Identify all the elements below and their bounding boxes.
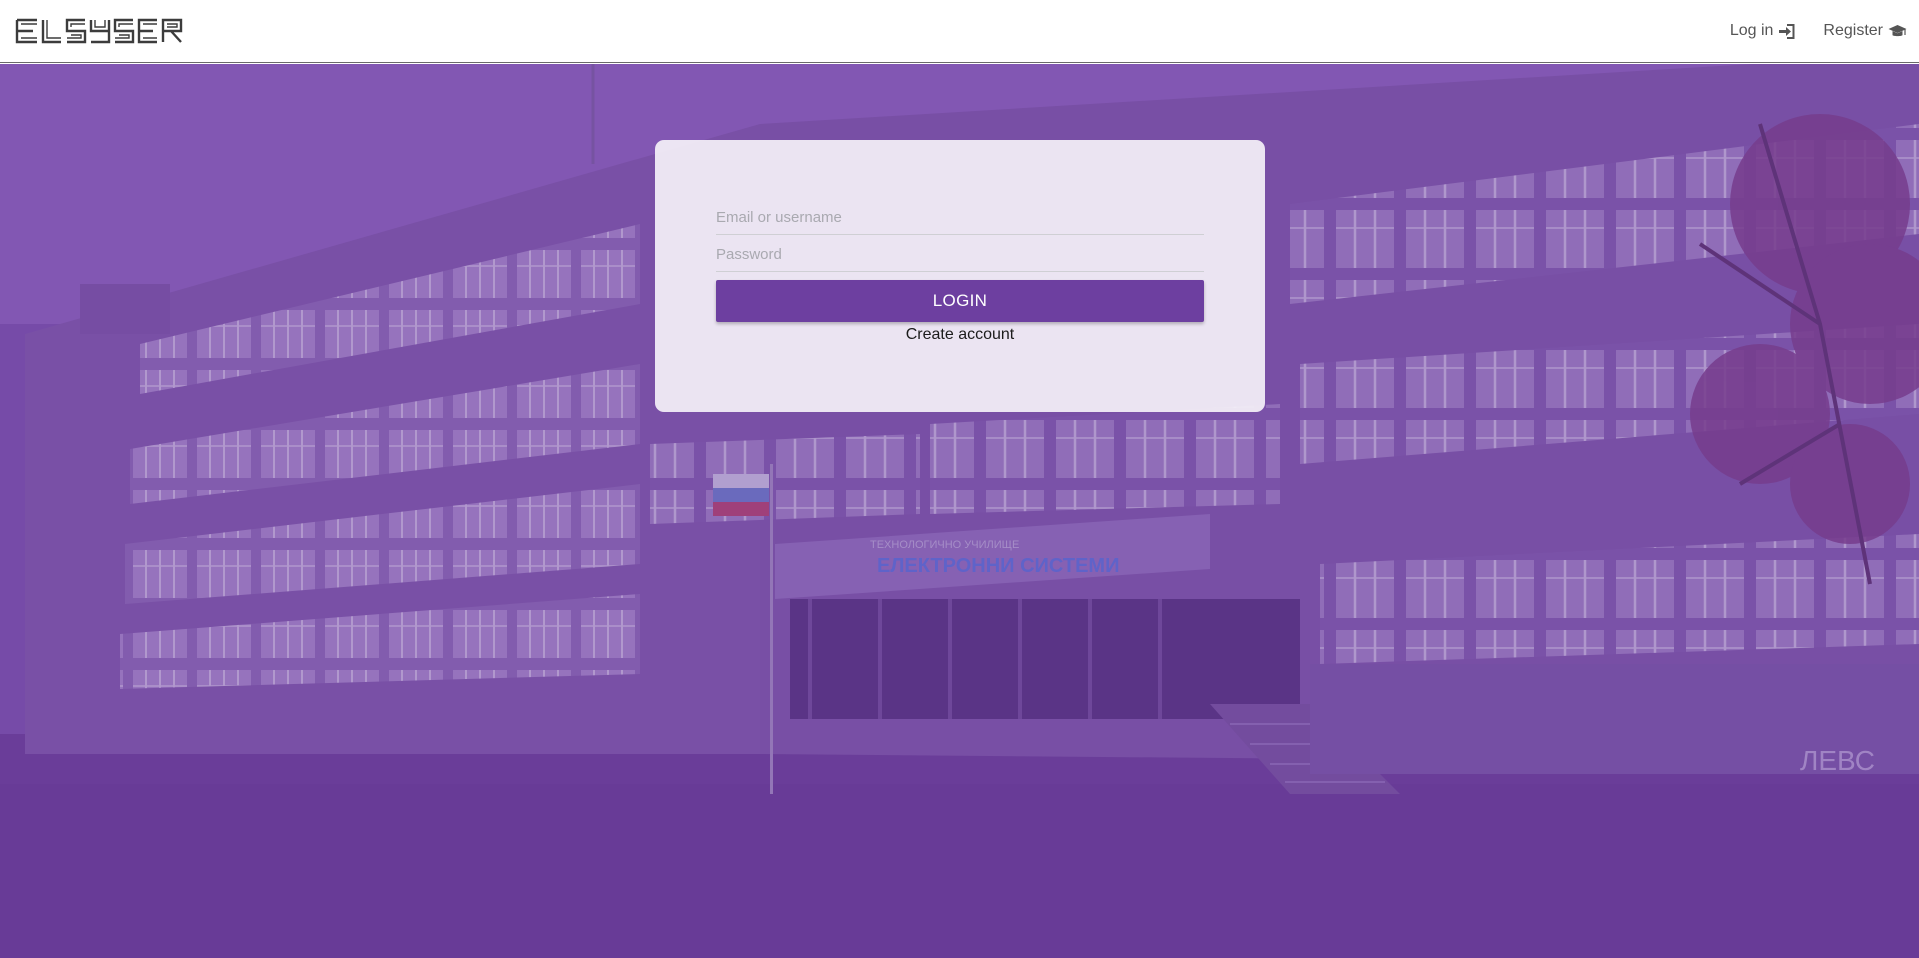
create-account-link[interactable]: Create account: [716, 326, 1204, 344]
logo-icon: [15, 18, 183, 44]
login-card: LOGIN Create account: [655, 140, 1265, 412]
top-navbar: Log in Register: [0, 0, 1919, 63]
register-link-label: Register: [1823, 22, 1883, 39]
login-link-label: Log in: [1729, 22, 1774, 39]
elsyser-logo[interactable]: [15, 16, 205, 46]
sign-in-icon: [1779, 23, 1795, 39]
password-field[interactable]: [716, 238, 1204, 272]
register-link[interactable]: Register: [1823, 22, 1907, 40]
email-field[interactable]: [716, 201, 1204, 235]
header-nav: Log in Register: [1702, 22, 1907, 40]
graduation-cap-icon: [1888, 24, 1907, 36]
login-button[interactable]: LOGIN: [716, 280, 1204, 322]
login-link[interactable]: Log in: [1730, 22, 1796, 40]
